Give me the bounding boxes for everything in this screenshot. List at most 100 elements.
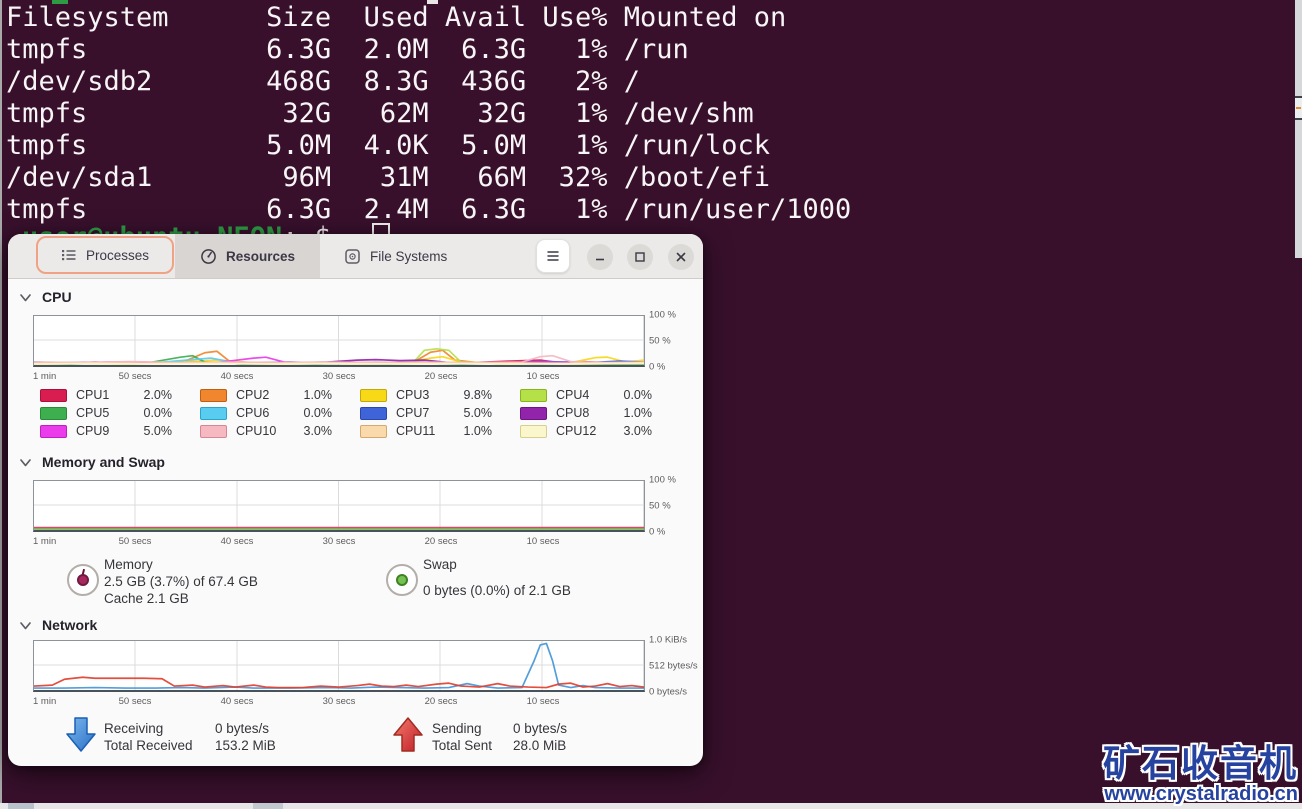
swap-label: Swap (423, 557, 457, 572)
cpu-color-swatch[interactable] (520, 424, 547, 438)
cpu-x-axis-labels: 1 min 50 secs 40 secs 30 secs 20 secs 10 secs (33, 371, 645, 383)
memory-stats: Memory 2.5 GB (3.7%) of 67.4 GB Cache 2.… (104, 556, 258, 607)
cpu-usage-value: 1.0% (623, 406, 653, 420)
axis-tick-label: 50 secs (118, 536, 152, 547)
cpu-legend-item: CPU11 1.0% (360, 424, 520, 438)
disk-icon (345, 248, 360, 264)
cpu-color-swatch[interactable] (360, 388, 387, 402)
cpu-color-swatch[interactable] (520, 406, 547, 420)
cpu-legend-item: CPU8 1.0% (520, 406, 680, 420)
sending-label: Sending (432, 721, 482, 736)
tab-resources[interactable]: Resources (175, 234, 320, 278)
watermark-url-text: www.crystalradio.cn (1104, 783, 1298, 805)
window-header[interactable]: Processes Resources File Systems (8, 234, 703, 279)
cpu-name: CPU1 (76, 388, 110, 402)
maximize-button[interactable] (627, 244, 653, 270)
cpu-usage-value: 3.0% (623, 424, 653, 438)
axis-tick-label: 30 secs (322, 536, 356, 547)
sending-rate: 0 bytes/s (513, 721, 568, 736)
cpu-color-swatch[interactable] (200, 424, 227, 438)
tab-label: File Systems (370, 248, 448, 264)
cpu-color-swatch[interactable] (40, 406, 67, 420)
terminal-output[interactable]: Filesystem Size Used Avail Use% Mounted … (6, 2, 851, 226)
cpu-color-swatch[interactable] (360, 424, 387, 438)
sending-values: 0 bytes/s 28.0 MiB (513, 720, 567, 754)
cpu-usage-value: 5.0% (143, 424, 173, 438)
cpu-color-swatch[interactable] (40, 388, 67, 402)
axis-tick-label: 1.0 KiB/s (649, 634, 688, 646)
cpu-color-swatch[interactable] (520, 388, 547, 402)
memory-collapse-chevron-icon[interactable] (19, 458, 32, 468)
hamburger-icon (547, 251, 559, 261)
cpu-section-title: CPU (42, 289, 72, 305)
axis-tick-label: 40 secs (220, 371, 254, 382)
cpu-name: CPU11 (396, 424, 436, 438)
receiving-down-arrow-icon (66, 717, 96, 752)
swap-stats: Swap 0 bytes (0.0%) of 2.1 GB (423, 556, 571, 599)
swap-pie-icon (386, 564, 418, 596)
terminal-left-border (0, 0, 2, 803)
cpu-usage-value: 3.0% (303, 424, 333, 438)
watermark-chinese-text: 矿石收音机 (1103, 743, 1298, 785)
axis-tick-label: 0 % (649, 526, 666, 538)
cpu-usage-value: 0.0% (623, 388, 653, 402)
cpu-color-swatch[interactable] (360, 406, 387, 420)
cpu-legend-item: CPU2 1.0% (200, 388, 360, 402)
receiving-values: 0 bytes/s 153.2 MiB (215, 720, 276, 754)
primary-menu-button[interactable] (536, 239, 570, 273)
bottom-edge-segment (253, 803, 283, 809)
tab-processes[interactable]: Processes (36, 236, 174, 274)
minimize-icon (596, 258, 604, 261)
close-button[interactable] (668, 244, 694, 270)
total-sent-label: Total Sent (432, 738, 493, 753)
axis-tick-label: 30 secs (322, 371, 356, 382)
tab-file-systems[interactable]: File Systems (332, 234, 502, 278)
cpu-legend-item: CPU3 9.8% (360, 388, 520, 402)
cpu-name: CPU9 (76, 424, 110, 438)
minimize-button[interactable] (587, 244, 613, 270)
axis-tick-label: 30 secs (322, 696, 356, 707)
receiving-labels: Receiving Total Received (104, 720, 193, 754)
axis-tick-label: 0 % (649, 361, 666, 373)
cpu-legend-item: CPU10 3.0% (200, 424, 360, 438)
axis-tick-label: 40 secs (220, 536, 254, 547)
cpu-name: CPU10 (236, 424, 277, 438)
network-graph (33, 640, 645, 692)
process-list-icon (61, 250, 76, 261)
bottom-edge-segment (8, 803, 34, 809)
cpu-color-swatch[interactable] (40, 424, 67, 438)
cpu-legend-item: CPU12 3.0% (520, 424, 680, 438)
background-window-edge (1295, 0, 1302, 258)
axis-tick-label: 40 secs (220, 696, 254, 707)
cpu-name: CPU3 (396, 388, 430, 402)
cpu-legend-item: CPU6 0.0% (200, 406, 360, 420)
memory-y-axis-labels: 100 % 50 % 0 % (649, 475, 703, 538)
memory-value: 2.5 GB (3.7%) of 67.4 GB (104, 574, 258, 589)
system-monitor-window: Processes Resources File Systems CPU 100… (8, 234, 703, 766)
cpu-color-swatch[interactable] (200, 388, 227, 402)
cpu-legend-item: CPU7 5.0% (360, 406, 520, 420)
total-received-value: 153.2 MiB (215, 738, 276, 753)
axis-tick-label: 20 secs (424, 696, 458, 707)
cpu-collapse-chevron-icon[interactable] (19, 293, 32, 303)
axis-tick-label: 50 % (649, 500, 671, 512)
cpu-name: CPU4 (556, 388, 590, 402)
cpu-name: CPU12 (556, 424, 597, 438)
axis-tick-label: 10 secs (526, 536, 560, 547)
cpu-color-swatch[interactable] (200, 406, 227, 420)
axis-tick-label: 100 % (649, 309, 676, 321)
axis-tick-label: 1 min (33, 696, 57, 707)
memory-graph (33, 480, 645, 532)
total-sent-value: 28.0 MiB (513, 738, 567, 753)
axis-tick-label: 512 bytes/s (649, 660, 698, 672)
axis-tick-label: 1 min (33, 536, 57, 547)
axis-tick-label: 50 secs (118, 696, 152, 707)
total-received-label: Total Received (104, 738, 193, 753)
network-collapse-chevron-icon[interactable] (19, 621, 32, 631)
cpu-usage-value: 0.0% (303, 406, 333, 420)
scrollbar-thumb[interactable] (1295, 96, 1302, 120)
cpu-usage-value: 1.0% (463, 424, 493, 438)
axis-tick-label: 1 min (33, 371, 57, 382)
watermark: 矿石收音机 www.crystalradio.cn (1103, 743, 1298, 805)
receiving-label: Receiving (104, 721, 164, 736)
